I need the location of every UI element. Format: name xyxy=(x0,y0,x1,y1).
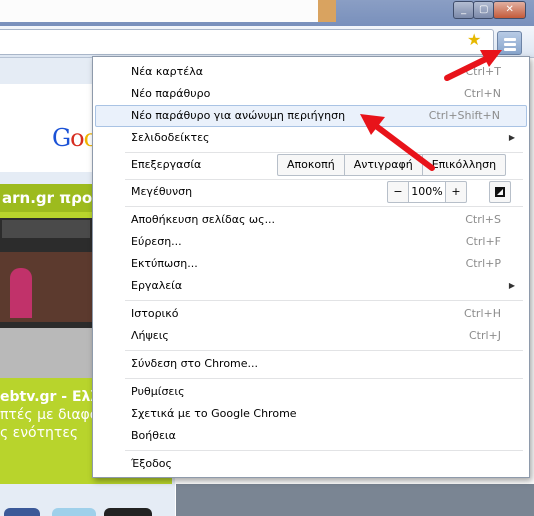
menu-item-settings[interactable]: Ρυθμίσεις xyxy=(95,381,527,403)
shortcut-label: Ctrl+S xyxy=(465,213,501,226)
close-button[interactable]: ✕ xyxy=(493,1,527,19)
menu-separator xyxy=(125,378,523,379)
desktop-background-accent xyxy=(318,0,336,22)
social-icons xyxy=(0,504,175,516)
page-image xyxy=(176,484,534,516)
google-logo: Goo xyxy=(52,124,98,152)
menu-item-new-window[interactable]: Νέο παράθυρο Ctrl+N xyxy=(95,83,527,105)
menu-item-history[interactable]: Ιστορικό Ctrl+H xyxy=(95,303,527,325)
copy-button[interactable]: Αντιγραφή xyxy=(345,155,423,175)
fullscreen-icon[interactable] xyxy=(489,181,511,203)
address-bar[interactable] xyxy=(0,29,494,55)
zoom-level: 100% xyxy=(408,182,446,202)
menu-separator xyxy=(125,450,523,451)
menu-item-find[interactable]: Εύρεση... Ctrl+F xyxy=(95,231,527,253)
menu-item-new-tab[interactable]: Νέα καρτέλα Ctrl+T xyxy=(95,61,527,83)
menu-item-help[interactable]: Βοήθεια xyxy=(95,425,527,447)
menu-separator xyxy=(125,300,523,301)
minimize-button[interactable]: _ xyxy=(453,1,475,19)
menu-item-print[interactable]: Εκτύπωση... Ctrl+P xyxy=(95,253,527,275)
shortcut-label: Ctrl+Shift+N xyxy=(428,109,500,122)
browser-toolbar: ★ xyxy=(0,26,534,58)
window-titlebar: _ ▢ ✕ xyxy=(0,0,534,26)
shortcut-label: Ctrl+J xyxy=(468,329,501,342)
submenu-arrow-icon: ▶ xyxy=(508,133,515,142)
paste-button[interactable]: Επικόλληση xyxy=(423,155,505,175)
edit-button-group: Αποκοπή Αντιγραφή Επικόλληση xyxy=(277,154,507,176)
cut-button[interactable]: Αποκοπή xyxy=(278,155,345,175)
desktop-background xyxy=(0,0,318,22)
menu-item-sign-in[interactable]: Σύνδεση στο Chrome... xyxy=(95,353,527,375)
menu-separator xyxy=(125,350,523,351)
window-controls: _ ▢ ✕ xyxy=(453,1,527,19)
zoom-controls: − 100% + xyxy=(387,181,467,203)
video-thumbnail[interactable] xyxy=(0,218,92,378)
zoom-out-button[interactable]: − xyxy=(388,182,408,202)
menu-item-new-incognito-window[interactable]: Νέο παράθυρο για ανώνυμη περιήγηση Ctrl+… xyxy=(95,105,527,127)
shortcut-label: Ctrl+N xyxy=(463,87,501,100)
menu-separator xyxy=(125,179,523,180)
menu-item-tools[interactable]: Εργαλεία ▶ xyxy=(95,275,527,297)
shortcut-label: Ctrl+F xyxy=(465,235,501,248)
menu-separator xyxy=(125,152,523,153)
wrench-menu-icon[interactable] xyxy=(497,31,522,55)
menu-separator xyxy=(125,206,523,207)
menu-row-edit: Επεξεργασία Αποκοπή Αντιγραφή Επικόλληση xyxy=(95,154,527,176)
menu-item-save-page[interactable]: Αποθήκευση σελίδας ως... Ctrl+S xyxy=(95,209,527,231)
shortcut-label: Ctrl+H xyxy=(463,307,501,320)
menu-item-about[interactable]: Σχετικά με το Google Chrome xyxy=(95,403,527,425)
chrome-main-menu: Νέα καρτέλα Ctrl+T Νέο παράθυρο Ctrl+N Ν… xyxy=(92,56,530,478)
shortcut-label: Ctrl+T xyxy=(465,65,501,78)
bookmark-star-icon[interactable]: ★ xyxy=(467,31,481,49)
zoom-in-button[interactable]: + xyxy=(446,182,466,202)
shortcut-label: Ctrl+P xyxy=(465,257,501,270)
menu-item-bookmarks[interactable]: Σελιδοδείκτες ▶ xyxy=(95,127,527,149)
menu-item-downloads[interactable]: Λήψεις Ctrl+J xyxy=(95,325,527,347)
menu-item-exit[interactable]: Έξοδος xyxy=(95,453,527,475)
submenu-arrow-icon: ▶ xyxy=(508,281,515,290)
menu-row-zoom: Μεγέθυνση − 100% + xyxy=(95,181,527,203)
restore-button[interactable]: ▢ xyxy=(473,1,495,19)
